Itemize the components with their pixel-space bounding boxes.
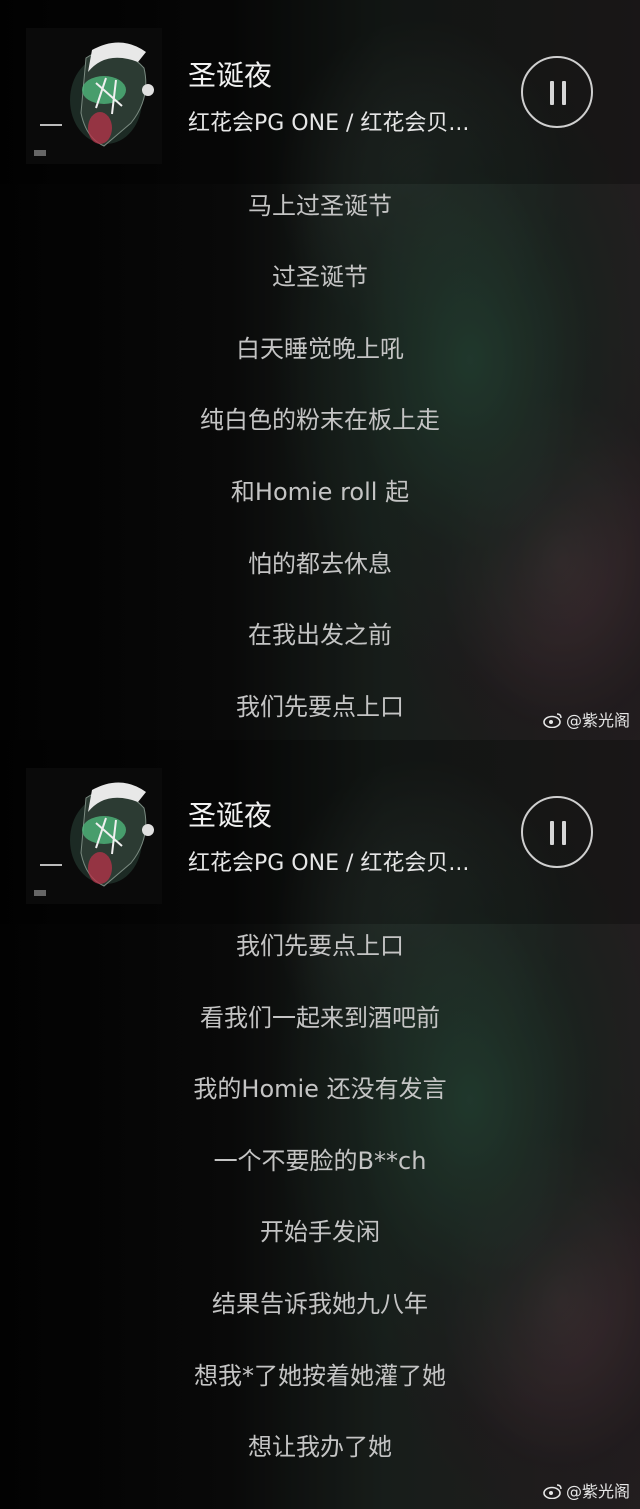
weibo-icon bbox=[543, 712, 563, 732]
lyric-line: 过圣诞节 bbox=[272, 263, 368, 291]
pause-button[interactable] bbox=[521, 56, 593, 128]
lyric-line: 白天睡觉晚上吼 bbox=[236, 335, 404, 363]
lyric-line: 怕的都去休息 bbox=[248, 550, 392, 578]
weibo-icon bbox=[543, 1483, 563, 1503]
player-panel-2: 圣诞夜 红花会PG ONE / 红花会贝... 我们先要点上口 看我们一起来到酒… bbox=[0, 740, 640, 1509]
pause-button[interactable] bbox=[521, 796, 593, 868]
lyric-line: 一个不要脸的B**ch bbox=[213, 1147, 427, 1175]
pause-icon bbox=[550, 81, 554, 105]
pause-icon bbox=[550, 821, 554, 845]
watermark: @紫光阁 bbox=[543, 1478, 630, 1503]
lyric-line: 和Homie roll 起 bbox=[230, 478, 410, 506]
lyric-line: 想我*了她按着她灌了她 bbox=[194, 1362, 446, 1390]
now-playing-header[interactable]: 圣诞夜 红花会PG ONE / 红花会贝... bbox=[0, 0, 640, 184]
now-playing-header[interactable]: 圣诞夜 红花会PG ONE / 红花会贝... bbox=[0, 740, 640, 924]
lyric-line: 看我们一起来到酒吧前 bbox=[200, 1004, 440, 1032]
song-artist: 红花会PG ONE / 红花会贝... bbox=[188, 111, 470, 136]
song-title: 圣诞夜 bbox=[188, 59, 273, 92]
lyric-line: 在我出发之前 bbox=[248, 621, 392, 649]
lyric-line: 纯白色的粉末在板上走 bbox=[200, 406, 440, 434]
pause-icon-bar bbox=[562, 821, 566, 845]
lyric-line: 我们先要点上口 bbox=[236, 932, 404, 960]
watermark: @紫光阁 bbox=[543, 707, 630, 732]
lyric-line: 结果告诉我她九八年 bbox=[212, 1290, 428, 1318]
lyric-line: 开始手发闲 bbox=[260, 1218, 380, 1246]
watermark-text: @紫光阁 bbox=[565, 1482, 630, 1501]
song-artist: 红花会PG ONE / 红花会贝... bbox=[188, 851, 470, 876]
album-cover-icon[interactable] bbox=[26, 768, 162, 904]
player-panel-1: 圣诞夜 红花会PG ONE / 红花会贝... 马上过圣诞节 过圣诞节 白天睡觉… bbox=[0, 0, 640, 740]
lyric-line: 我的Homie 还没有发言 bbox=[193, 1075, 447, 1103]
pause-icon-bar bbox=[562, 81, 566, 105]
watermark-text: @紫光阁 bbox=[565, 711, 630, 730]
lyric-line: 想让我办了她 bbox=[248, 1433, 392, 1461]
album-cover-icon[interactable] bbox=[26, 28, 162, 164]
lyric-line: 马上过圣诞节 bbox=[248, 192, 392, 220]
song-title: 圣诞夜 bbox=[188, 799, 273, 832]
